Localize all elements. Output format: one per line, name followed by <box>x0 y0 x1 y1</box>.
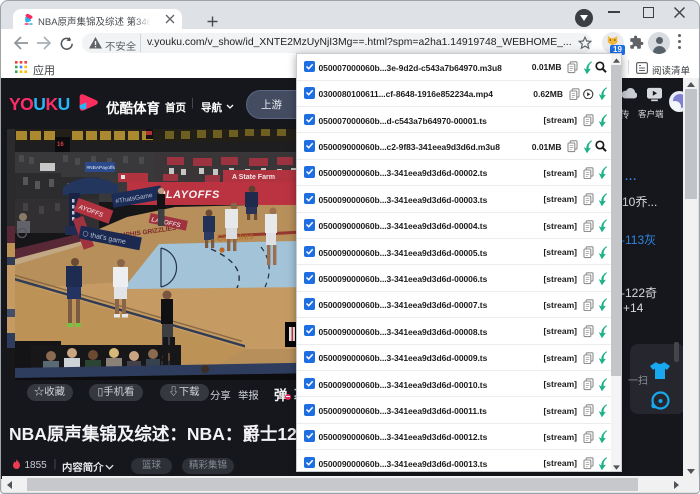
svg-text:16: 16 <box>57 142 64 148</box>
svg-text:#NBAPayoffs: #NBAPayoffs <box>87 165 116 171</box>
svg-text:A State Farm: A State Farm <box>232 174 275 181</box>
svg-text:PLAYOFFS: PLAYOFFS <box>158 189 220 201</box>
